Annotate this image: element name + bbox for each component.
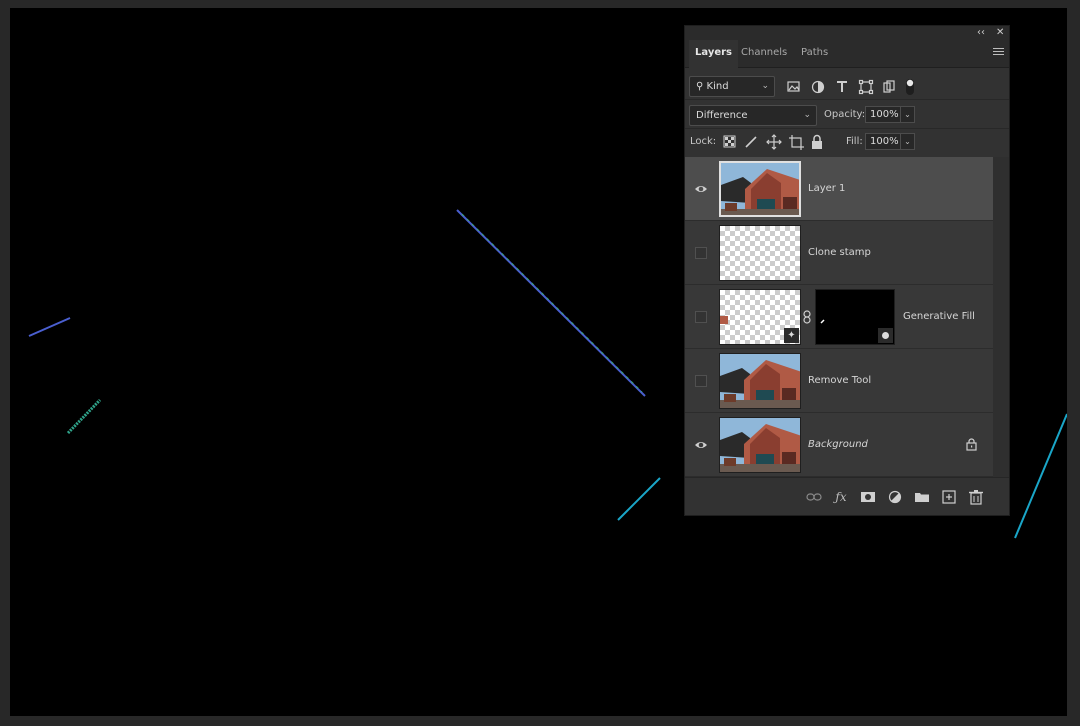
layer-name: Clone stamp	[808, 247, 871, 258]
link-layers-icon[interactable]	[806, 489, 822, 505]
new-adjustment-layer-icon[interactable]	[887, 489, 903, 505]
visibility-toggle[interactable]	[695, 375, 707, 387]
layer-thumbnail	[719, 225, 801, 281]
type-filter-icon	[837, 81, 847, 92]
layers-panel: ‹‹ ✕ Layers Channels Paths ⚲ Kind ⌄ Diff…	[684, 25, 1010, 516]
tab-channels[interactable]: Channels	[735, 40, 793, 68]
panel-footer: ƒx	[685, 477, 1009, 515]
smart-object-filter-icon	[883, 80, 895, 93]
layer-thumbnail: ✦	[719, 289, 801, 345]
filter-icons	[787, 79, 914, 95]
layer-thumbnail	[719, 353, 801, 409]
layer-list-scrollbar[interactable]	[993, 157, 1009, 477]
chain-link-icon[interactable]	[802, 310, 812, 324]
opacity-label: Opacity:	[824, 109, 866, 120]
chevron-down-icon: ⌄	[761, 81, 769, 91]
layer-mask-thumbnail[interactable]	[815, 289, 895, 345]
building-photo-thumbnail	[720, 418, 800, 472]
image-filter-icon	[787, 81, 800, 92]
visibility-toggle[interactable]	[695, 311, 707, 323]
tab-paths[interactable]: Paths	[795, 40, 834, 68]
generative-fill-badge-icon: ✦	[784, 328, 799, 343]
fill-label: Fill:	[846, 136, 863, 147]
new-layer-icon[interactable]	[941, 489, 957, 505]
lock-transparent-pixels-icon	[723, 135, 736, 148]
eye-icon[interactable]	[694, 182, 708, 196]
artifact-line-center	[456, 209, 646, 397]
delete-layer-trash-icon[interactable]	[968, 489, 984, 505]
shape-filter-icon	[858, 79, 874, 95]
tab-layers[interactable]: Layers	[689, 40, 738, 69]
blend-mode-value: Difference	[696, 110, 748, 121]
lock-all-icon	[812, 134, 822, 149]
close-panel-icon[interactable]: ✕	[996, 27, 1004, 39]
layer-thumbnail	[719, 417, 801, 473]
filter-kind-label: Kind	[706, 81, 729, 92]
filter-toggle-icon	[906, 79, 914, 95]
lock-position-icon	[766, 134, 782, 150]
layer-row-remove-tool[interactable]: Remove Tool	[685, 349, 993, 413]
layer-list: Layer 1 Clone stamp ✦ Generative Fill Re…	[685, 157, 1009, 477]
collapse-panel-icon[interactable]: ‹‹	[977, 27, 985, 39]
panel-title-bar: ‹‹ ✕	[685, 26, 1009, 40]
building-photo-thumbnail	[721, 163, 799, 215]
lock-label: Lock:	[690, 136, 717, 147]
app-frame: ‹‹ ✕ Layers Channels Paths ⚲ Kind ⌄ Diff…	[0, 0, 1080, 726]
artifact-line-right	[1014, 413, 1067, 539]
layer-row-generative-fill[interactable]: ✦ Generative Fill	[685, 285, 993, 349]
eye-icon[interactable]	[694, 438, 708, 452]
filter-kind-select[interactable]: ⚲ Kind ⌄	[689, 76, 775, 97]
search-icon: ⚲	[696, 81, 707, 92]
layer-name: Generative Fill	[903, 311, 975, 322]
lock-image-pixels-icon	[745, 136, 757, 148]
fill-dropdown-icon[interactable]: ⌄	[901, 133, 915, 150]
artifact-line-bottom	[617, 477, 661, 521]
layer-name: Background	[808, 439, 868, 450]
separator	[685, 128, 1009, 129]
layer-style-fx-icon[interactable]: ƒx	[833, 489, 849, 505]
lock-icon[interactable]	[966, 438, 977, 451]
visibility-toggle[interactable]	[695, 247, 707, 259]
opacity-dropdown-icon[interactable]: ⌄	[901, 106, 915, 123]
mask-badge-icon	[878, 328, 893, 343]
layer-row-clone-stamp[interactable]: Clone stamp	[685, 221, 993, 285]
layer-name: Layer 1	[808, 183, 846, 194]
adjustment-filter-icon	[811, 80, 825, 94]
lock-artboard-icon	[789, 135, 804, 150]
separator	[685, 99, 1009, 100]
building-photo-thumbnail	[720, 354, 800, 408]
new-group-folder-icon[interactable]	[914, 489, 930, 505]
layer-thumbnail	[719, 161, 801, 217]
layer-name: Remove Tool	[808, 375, 872, 386]
artifact-line-left-green	[66, 398, 102, 435]
add-mask-icon[interactable]	[860, 489, 876, 505]
panel-menu-icon[interactable]	[993, 48, 1004, 58]
lock-icons	[723, 134, 822, 150]
opacity-input[interactable]: 100%	[865, 106, 901, 123]
artifact-line-left	[28, 317, 71, 337]
layer-row-layer-1[interactable]: Layer 1	[685, 157, 993, 221]
chevron-down-icon: ⌄	[803, 110, 811, 120]
blend-mode-select[interactable]: Difference ⌄	[689, 105, 817, 126]
panel-tabs: Layers Channels Paths	[685, 40, 1009, 69]
fill-input[interactable]: 100%	[865, 133, 901, 150]
layer-row-background[interactable]: Background	[685, 413, 993, 477]
